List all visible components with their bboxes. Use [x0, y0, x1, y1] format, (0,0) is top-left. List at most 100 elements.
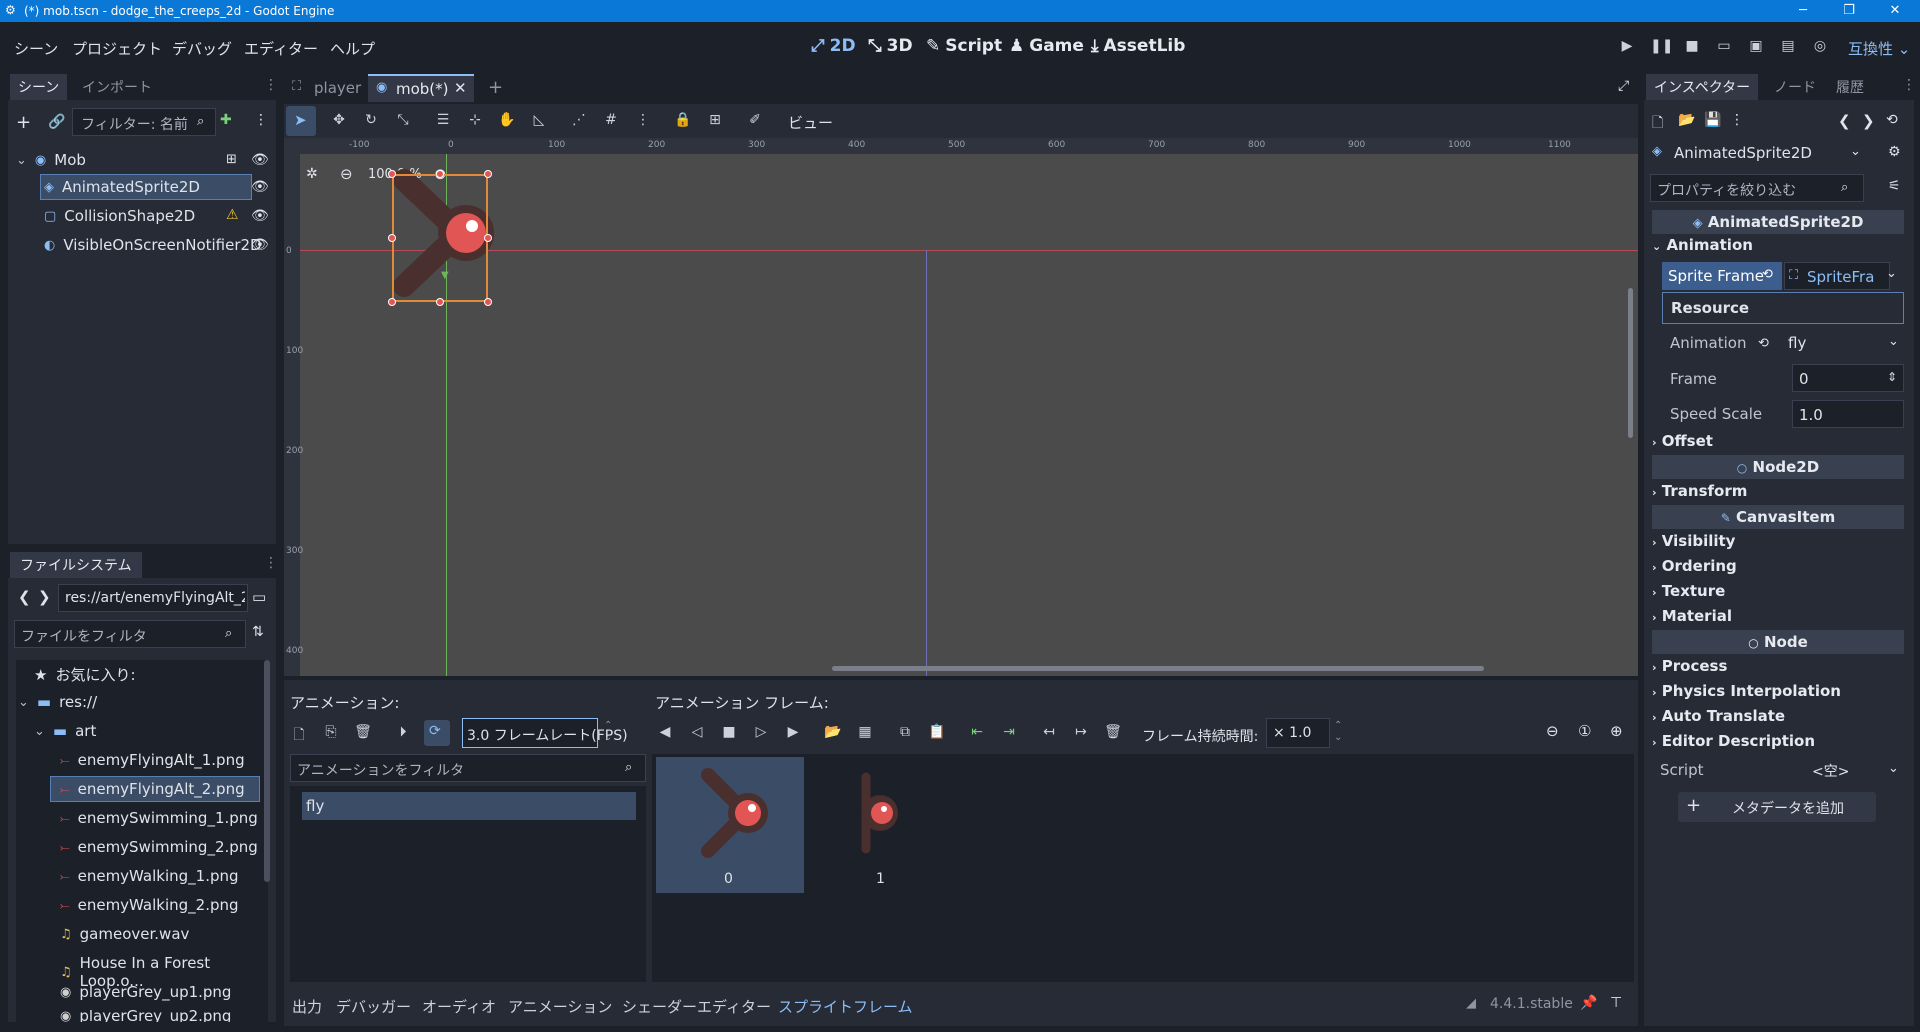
main-screen-assetlib-button[interactable]: ⤓ AssetLib: [1091, 36, 1185, 56]
split-view-icon[interactable]: ▭: [252, 588, 266, 606]
stop-icon[interactable]: ■: [1682, 38, 1702, 58]
file-item[interactable]: ⤚ enemyFlyingAlt_1.png: [60, 751, 245, 769]
dock-menu-icon[interactable]: ⋮: [1902, 77, 1916, 93]
frame-item[interactable]: 1: [808, 757, 956, 893]
speed-scale-field[interactable]: 1.0: [1792, 400, 1904, 428]
move-right-icon[interactable]: ↦: [1070, 724, 1092, 740]
folder-art[interactable]: ⌄ ▬ art: [34, 722, 96, 740]
delete-frame-icon[interactable]: 🗑: [1102, 724, 1124, 740]
move-left-icon[interactable]: ↤: [1038, 724, 1060, 740]
paste-icon[interactable]: 📋: [926, 724, 948, 740]
script-dropdown[interactable]: <空> ⌄: [1784, 756, 1904, 784]
bone-icon[interactable]: ✐: [744, 112, 766, 128]
path-field[interactable]: res://art/enemyFlyingAlt_2: [58, 584, 248, 612]
resize-handle[interactable]: [388, 298, 396, 306]
menu-project[interactable]: プロジェクト: [72, 38, 162, 59]
autoplay-icon[interactable]: ⏵: [392, 724, 414, 740]
pivot-icon[interactable]: ⊹: [464, 112, 486, 128]
zoom-in-icon[interactable]: ⊕: [1610, 722, 1623, 740]
tab-mob[interactable]: ◉ mob(*) ✕: [368, 74, 474, 102]
tree-node-visibleonscreennotifier2d[interactable]: ◐ VisibleOnScreenNotifier2D: [44, 236, 262, 254]
tab-node[interactable]: ノード: [1774, 77, 1816, 97]
insert-before-icon[interactable]: ⇤: [966, 724, 988, 740]
animation-item-fly[interactable]: fly: [302, 792, 636, 820]
scene-menu-icon[interactable]: ⋮: [254, 112, 268, 128]
canvas-viewport[interactable]: -100 0 100 200 300 400 500 600 700 800 9…: [284, 138, 1638, 676]
section-material[interactable]: › Material: [1652, 607, 1904, 631]
insert-after-icon[interactable]: ⇥: [998, 724, 1020, 740]
tab-output[interactable]: 出力: [292, 996, 322, 1017]
group-icon[interactable]: ⊞: [704, 112, 726, 128]
frame-spinbox[interactable]: 0 ⇕: [1792, 364, 1904, 392]
copy-icon[interactable]: ⧉: [894, 724, 916, 740]
resize-handle[interactable]: [436, 298, 444, 306]
tab-animation[interactable]: アニメーション: [508, 996, 612, 1017]
save-resource-icon[interactable]: 💾: [1704, 112, 1721, 128]
play-icon[interactable]: ▶: [782, 724, 804, 740]
frame-duration-field[interactable]: × 1.0: [1266, 718, 1330, 748]
loop-toggle[interactable]: ⟳: [424, 720, 450, 746]
file-tree-scrollbar[interactable]: [264, 660, 270, 882]
menu-debug[interactable]: デバッグ: [172, 38, 232, 59]
expand-panel-icon[interactable]: ⊤: [1610, 995, 1622, 1011]
file-item[interactable]: ◉ playerGrey_up2.png: [60, 1010, 231, 1022]
menu-scene[interactable]: シーン: [14, 38, 58, 59]
resize-handle[interactable]: [484, 234, 492, 242]
tab-scene[interactable]: シーン: [10, 74, 68, 100]
duplicate-animation-icon[interactable]: ⎘: [320, 724, 342, 740]
play-icon[interactable]: ▶: [1617, 38, 1637, 58]
grid-snap-icon[interactable]: #: [600, 112, 622, 128]
dock-menu-icon[interactable]: ⋮: [264, 77, 278, 93]
dock-menu-icon[interactable]: ⋮: [264, 555, 278, 571]
vertical-scrollbar[interactable]: [1628, 288, 1633, 438]
open-resource-icon[interactable]: 📂: [1678, 112, 1695, 128]
snap-options-icon[interactable]: ⋮: [632, 112, 654, 128]
file-item[interactable]: ⤚ enemySwimming_2.png: [60, 838, 258, 856]
remote-debug-icon[interactable]: ▭: [1714, 38, 1734, 58]
movie-maker-icon[interactable]: ◎: [1810, 38, 1830, 58]
section-physics-interpolation[interactable]: › Physics Interpolation: [1652, 682, 1904, 706]
frame-item[interactable]: 0: [656, 757, 804, 893]
sort-icon[interactable]: ⇅: [252, 624, 264, 640]
history-back-icon[interactable]: ❮: [1838, 112, 1851, 130]
property-filter-input[interactable]: プロパティを絞り込む ⌕: [1650, 174, 1864, 202]
select-mode-button[interactable]: ➤: [286, 106, 316, 136]
new-resource-icon[interactable]: 🗋: [1652, 112, 1663, 136]
section-transform[interactable]: › Transform: [1652, 482, 1904, 506]
prev-frame-icon[interactable]: ◁: [686, 724, 708, 740]
play-custom-scene-icon[interactable]: ▤: [1778, 38, 1798, 58]
scale-icon[interactable]: ⤡: [392, 112, 414, 128]
link-icon[interactable]: 🔗: [48, 114, 65, 130]
chevron-down-icon[interactable]: ⌄: [1886, 266, 1897, 281]
history-forward-icon[interactable]: ❯: [1862, 112, 1875, 130]
center-view-icon[interactable]: ✲: [306, 166, 318, 182]
sprite-sheet-icon[interactable]: ▦: [854, 724, 876, 740]
section-texture[interactable]: › Texture: [1652, 582, 1904, 606]
subresource-resource[interactable]: Resource: [1662, 292, 1904, 324]
resize-handle[interactable]: [484, 170, 492, 178]
menu-editor[interactable]: エディター: [244, 38, 318, 59]
resize-handle[interactable]: [388, 170, 396, 178]
restore-button[interactable]: ❐: [1826, 0, 1872, 22]
pin-icon[interactable]: 📌: [1580, 995, 1597, 1011]
warning-icon[interactable]: ⚠: [226, 207, 239, 223]
file-item[interactable]: ⤚ enemyWalking_1.png: [60, 867, 239, 885]
duration-stepper[interactable]: ⌃ ⌄: [1334, 720, 1342, 744]
section-auto-translate[interactable]: › Auto Translate: [1652, 707, 1904, 731]
section-offset[interactable]: › Offset: [1652, 432, 1904, 456]
folder-res[interactable]: ⌄ ▬ res://: [18, 693, 97, 711]
tab-inspector[interactable]: インスペクター: [1646, 74, 1759, 100]
delete-animation-icon[interactable]: 🗑: [352, 724, 374, 740]
section-editor-description[interactable]: › Editor Description: [1652, 732, 1904, 756]
lock-icon[interactable]: 🔒: [672, 112, 694, 128]
revert-icon[interactable]: ⟲: [1758, 336, 1769, 351]
zoom-out-icon[interactable]: ⊖: [340, 165, 353, 183]
section-ordering[interactable]: › Ordering: [1652, 557, 1904, 581]
tab-shader-editor[interactable]: シェーダーエディター: [622, 996, 771, 1017]
file-filter-input[interactable]: ファイルをフィルタ ⌕: [14, 620, 246, 648]
file-item[interactable]: ♫ gameover.wav: [60, 925, 189, 943]
forward-icon[interactable]: ❯: [38, 588, 51, 606]
play-scene-icon[interactable]: ▣: [1746, 38, 1766, 58]
add-scene-tab-icon[interactable]: +: [488, 77, 503, 98]
resource-menu-icon[interactable]: ⋮: [1730, 112, 1744, 128]
